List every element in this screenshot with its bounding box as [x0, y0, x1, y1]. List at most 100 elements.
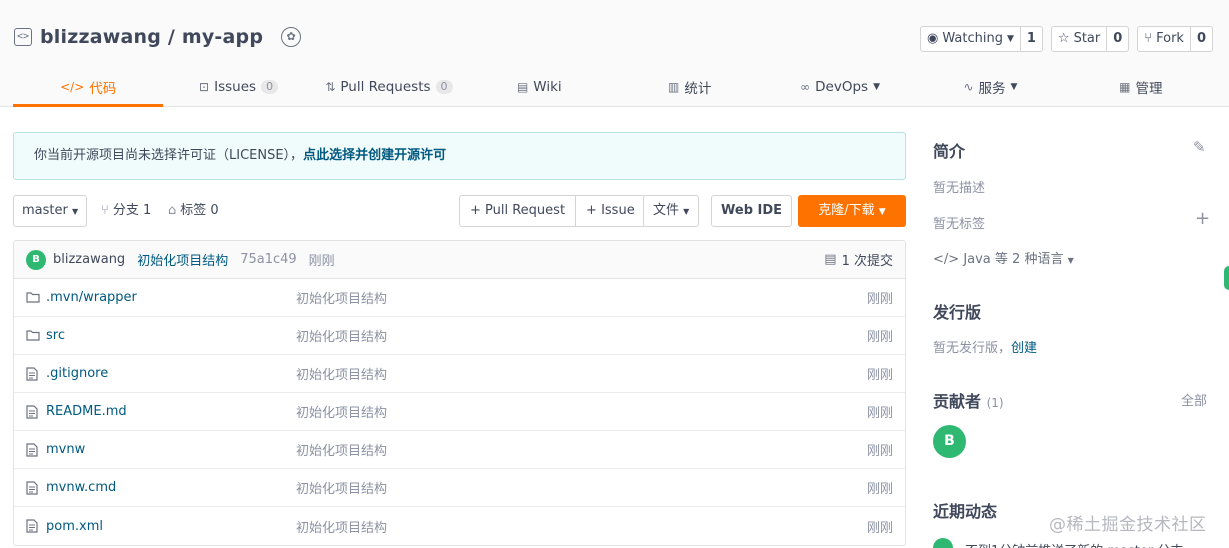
- activity-heading: 近期动态: [933, 502, 998, 521]
- branch-select-value: master: [22, 203, 68, 218]
- manage-icon: ▦: [1119, 79, 1131, 94]
- file-commit-message[interactable]: 初始化项目结构: [296, 288, 867, 307]
- table-row: .gitignore 初始化项目结构 刚刚: [14, 355, 905, 393]
- fork-button[interactable]: ⑂ Fork 0: [1137, 26, 1213, 52]
- file-commit-message[interactable]: 初始化项目结构: [296, 517, 867, 536]
- file-commit-time: 刚刚: [866, 368, 893, 383]
- tab-wiki[interactable]: ▤ Wiki: [464, 66, 614, 107]
- license-notice-text: 你当前开源项目尚未选择许可证（LICENSE），: [34, 148, 304, 163]
- file-commit-time: 刚刚: [866, 330, 893, 345]
- tab-pull-requests[interactable]: ⇅ Pull Requests 0: [314, 66, 464, 107]
- caret-down-icon: ▼: [71, 207, 79, 216]
- new-issue-button[interactable]: + Issue: [575, 196, 645, 226]
- commit-time: 刚刚: [308, 254, 335, 269]
- tab-devops[interactable]: ∞ DevOps ▼: [765, 66, 915, 107]
- contributors-heading: 贡献者 (1): [933, 388, 1004, 412]
- branch-select[interactable]: master ▼: [13, 195, 88, 227]
- tab-devops-label: DevOps: [815, 78, 869, 95]
- file-name-link[interactable]: .mvn/wrapper: [46, 290, 296, 305]
- watch-button[interactable]: ◉ Watching ▼ 1: [920, 26, 1043, 52]
- file-commit-time: 刚刚: [866, 520, 893, 536]
- tab-code[interactable]: </> 代码: [13, 66, 164, 107]
- file-commit-message[interactable]: 初始化项目结构: [296, 326, 867, 345]
- file-commit-time: 刚刚: [866, 292, 893, 307]
- edit-icon[interactable]: ✎: [1193, 138, 1206, 156]
- commit-sha[interactable]: 75a1c49: [240, 252, 296, 267]
- caret-down-icon: ▼: [1067, 256, 1074, 265]
- add-tag-icon[interactable]: +: [1195, 208, 1210, 229]
- new-pull-request-button[interactable]: + Pull Request: [460, 196, 575, 226]
- intro-heading: 简介: [933, 142, 966, 161]
- table-row: mvnw 初始化项目结构 刚刚: [14, 431, 905, 469]
- caret-down-icon: ▼: [1010, 81, 1018, 92]
- contributors-title: 贡献者: [933, 392, 982, 411]
- tag-icon: ⌂: [168, 203, 177, 218]
- fork-icon: ⑂: [1144, 31, 1153, 46]
- star-icon: ☆: [1057, 31, 1070, 46]
- file-icon: [26, 366, 40, 381]
- create-release-link[interactable]: 创建: [1011, 341, 1037, 356]
- web-ide-button[interactable]: Web IDE: [711, 195, 793, 227]
- commits-link[interactable]: ▤ 1 次提交: [824, 250, 893, 269]
- code-icon: </>: [60, 79, 85, 94]
- watch-label: Watching: [942, 31, 1003, 46]
- file-menu-label: 文件: [653, 203, 680, 218]
- commit-message[interactable]: 初始化项目结构: [137, 250, 228, 269]
- file-name-link[interactable]: README.md: [46, 404, 296, 419]
- star-label: Star: [1073, 31, 1101, 46]
- branches-link[interactable]: ⑂ 分支 1: [101, 195, 151, 227]
- avatar[interactable]: B: [933, 425, 966, 458]
- file-name-link[interactable]: .gitignore: [46, 366, 296, 381]
- commit-count: 1 次提交: [841, 254, 893, 269]
- tab-issues[interactable]: ⊡ Issues 0: [163, 66, 313, 107]
- clone-download-button[interactable]: 克隆/下载 ▼: [798, 195, 906, 227]
- file-name-link[interactable]: pom.xml: [46, 519, 296, 534]
- wiki-icon: ▤: [516, 79, 529, 94]
- star-button[interactable]: ☆ Star 0: [1050, 26, 1130, 52]
- all-contributors-link[interactable]: 全部: [1181, 390, 1207, 409]
- repo-name-link[interactable]: blizzawang / my-app: [40, 26, 263, 48]
- file-commit-message[interactable]: 初始化项目结构: [296, 478, 867, 497]
- star-count[interactable]: 0: [1106, 27, 1128, 51]
- watch-count[interactable]: 1: [1019, 27, 1042, 51]
- avatar[interactable]: [933, 538, 953, 548]
- tab-stats[interactable]: ▥ 统计: [615, 66, 765, 107]
- file-commit-message[interactable]: 初始化项目结构: [296, 402, 867, 421]
- fork-count[interactable]: 0: [1189, 27, 1212, 51]
- file-commit-message[interactable]: 初始化项目结构: [296, 364, 867, 383]
- file-icon: [26, 442, 40, 457]
- repo-actions: ◉ Watching ▼ 1 ☆ Star 0 ⑂ Fork 0: [920, 26, 1213, 52]
- commit-author[interactable]: blizzawang: [53, 252, 125, 267]
- eye-icon: ◉: [927, 31, 939, 46]
- floating-help-button[interactable]: [1224, 266, 1229, 290]
- file-name-link[interactable]: mvnw.cmd: [46, 480, 296, 495]
- tab-issues-label: Issues: [214, 78, 257, 95]
- stats-icon: ▥: [668, 79, 680, 94]
- tab-service[interactable]: ∿ 服务 ▼: [915, 66, 1065, 107]
- license-notice: 你当前开源项目尚未选择许可证（LICENSE），点此选择并创建开源许可: [13, 132, 906, 180]
- tab-manage[interactable]: ▦ 管理: [1066, 66, 1216, 107]
- branches-label: 分支 1: [112, 203, 152, 218]
- create-license-link[interactable]: 点此选择并创建开源许可: [303, 148, 446, 163]
- file-commit-message[interactable]: 初始化项目结构: [296, 440, 867, 459]
- recommend-badge-icon[interactable]: ✿: [281, 27, 302, 47]
- file-commit-time: 刚刚: [866, 406, 893, 421]
- repo-tabs: </> 代码 ⊡ Issues 0 ⇅ Pull Requests 0 ▤ Wi…: [13, 66, 1216, 107]
- fork-label: Fork: [1156, 31, 1184, 46]
- watermark: @稀土掘金技术社区: [1049, 515, 1207, 535]
- create-button-group: + Pull Request + Issue: [459, 195, 646, 227]
- file-name-link[interactable]: src: [46, 328, 296, 343]
- caret-down-icon: ▼: [683, 207, 690, 216]
- branch-icon: ⑂: [101, 203, 109, 218]
- tags-link[interactable]: ⌂ 标签 0: [168, 195, 219, 227]
- language-select[interactable]: </> Java 等 2 种语言 ▼: [933, 248, 1074, 267]
- folder-icon: [26, 291, 40, 305]
- file-list: B blizzawang 初始化项目结构 75a1c49 刚刚 ▤ 1 次提交 …: [13, 240, 906, 546]
- file-menu-button[interactable]: 文件 ▼: [643, 195, 700, 227]
- file-name-link[interactable]: mvnw: [46, 442, 296, 457]
- table-row: src 初始化项目结构 刚刚: [14, 317, 905, 355]
- avatar[interactable]: B: [26, 249, 46, 270]
- file-commit-time: 刚刚: [866, 444, 893, 459]
- file-icon: [26, 519, 40, 533]
- tab-service-label: 服务: [978, 80, 1006, 97]
